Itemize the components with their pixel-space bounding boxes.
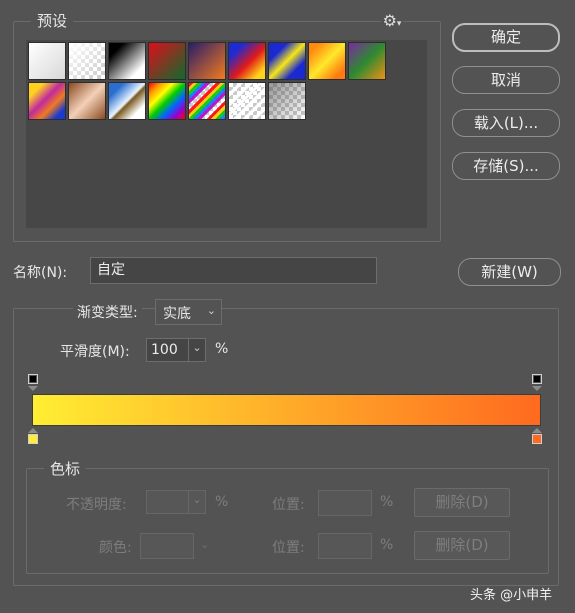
color-swatch-input[interactable] xyxy=(140,533,194,559)
preset-gradient-black-white[interactable] xyxy=(108,42,146,80)
preset-gradient-spectrum[interactable] xyxy=(148,82,186,120)
new-button[interactable]: 新建(W) xyxy=(458,258,561,286)
load-button[interactable]: 载入(L)... xyxy=(452,109,560,137)
presets-grid xyxy=(26,40,427,228)
smoothness-label: 平滑度(M): xyxy=(60,344,130,360)
preset-gradient-yellow-violet-orange-blue[interactable] xyxy=(28,82,66,120)
color-stops-legend: 色标 xyxy=(44,458,87,479)
preset-gradient-neutral-density[interactable] xyxy=(268,82,306,120)
opacity-delete-button[interactable]: 删除(D) xyxy=(414,488,510,517)
opacity-unit: % xyxy=(215,494,229,510)
gradient-type-select[interactable]: 实底 ⌄ xyxy=(155,299,222,325)
gradient-type-value: 实底 xyxy=(163,306,191,322)
opacity-dropdown-icon[interactable]: ⌄ xyxy=(188,491,205,513)
smoothness-dropdown-icon[interactable]: ⌄ xyxy=(188,339,205,361)
gear-icon[interactable]: ⚙▾ xyxy=(381,12,403,30)
watermark-text: 头条 @小申羊 xyxy=(470,588,553,603)
color-stop-left[interactable] xyxy=(28,434,38,444)
gradient-bar[interactable] xyxy=(32,394,541,426)
preset-gradient-copper[interactable] xyxy=(68,82,106,120)
opacity-stop-right[interactable] xyxy=(532,374,542,384)
ok-button[interactable]: 确定 xyxy=(452,23,560,52)
cancel-button[interactable]: 取消 xyxy=(452,66,560,94)
opacity-stop-left[interactable] xyxy=(28,374,38,384)
presets-legend: 预设 xyxy=(31,10,74,31)
preset-gradient-white-transparent[interactable] xyxy=(68,42,106,80)
opacity-position-label: 位置: xyxy=(272,497,305,513)
color-stop-left-arrow xyxy=(28,428,38,433)
opacity-position-unit: % xyxy=(380,494,394,510)
smoothness-input[interactable]: 100 ⌄ xyxy=(146,338,206,362)
preset-gradient-violet-orange[interactable] xyxy=(188,42,226,80)
gradient-type-label: 渐变类型: xyxy=(73,302,142,322)
preset-gradient-orange-yellow-orange[interactable] xyxy=(308,42,346,80)
preset-gradient-white-fade[interactable] xyxy=(28,42,66,80)
preset-gradient-transparent-stripes[interactable] xyxy=(228,82,266,120)
preset-gradient-blue-red-yellow[interactable] xyxy=(228,42,266,80)
color-dropdown-icon[interactable]: ⌄ xyxy=(200,538,209,551)
preset-gradient-chrome[interactable] xyxy=(108,82,146,120)
color-stop-right[interactable] xyxy=(532,434,542,444)
opacity-stop-right-arrow xyxy=(532,386,542,391)
color-label: 颜色: xyxy=(99,540,132,556)
chevron-down-icon: ⌄ xyxy=(206,304,216,317)
opacity-position-input[interactable] xyxy=(318,490,372,516)
save-button[interactable]: 存储(S)... xyxy=(452,152,560,180)
preset-gradient-blue-yellow-blue[interactable] xyxy=(268,42,306,80)
color-delete-button[interactable]: 删除(D) xyxy=(414,531,510,560)
name-label: 名称(N): xyxy=(13,265,68,281)
smoothness-value: 100 xyxy=(151,342,178,358)
preset-gradient-transparent-rainbow[interactable] xyxy=(188,82,226,120)
color-position-input[interactable] xyxy=(318,533,372,559)
opacity-stop-left-arrow xyxy=(28,386,38,391)
smoothness-percent: % xyxy=(215,341,229,357)
color-position-unit: % xyxy=(380,537,394,553)
color-position-label: 位置: xyxy=(272,540,305,556)
name-input[interactable]: 自定 xyxy=(90,257,377,284)
opacity-input[interactable]: ⌄ xyxy=(146,490,206,514)
opacity-label: 不透明度: xyxy=(66,497,127,513)
color-stop-right-arrow xyxy=(532,428,542,433)
preset-gradient-violet-green-orange[interactable] xyxy=(348,42,386,80)
preset-gradient-red-green[interactable] xyxy=(148,42,186,80)
